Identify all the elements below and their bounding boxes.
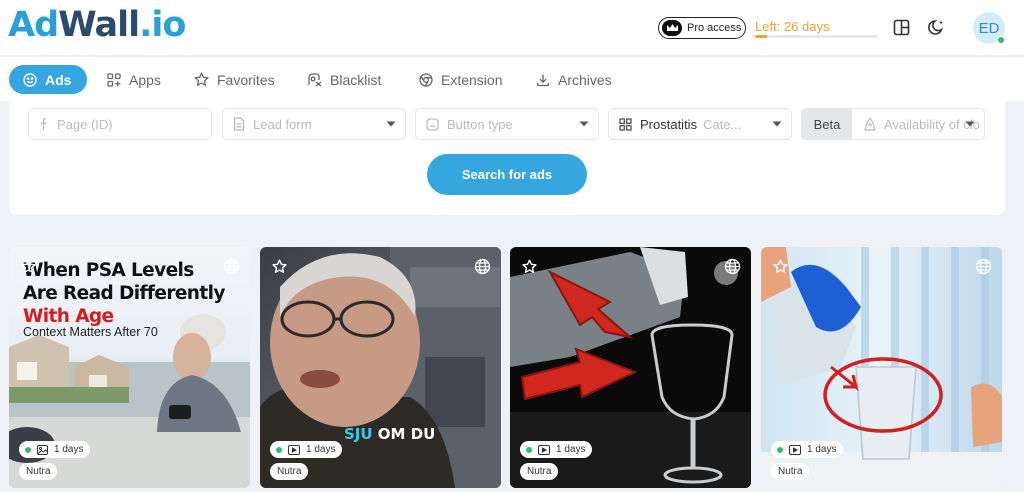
globe-icon[interactable] <box>474 258 491 275</box>
ad-subheadline: Context Matters After 70 <box>23 325 158 339</box>
active-status-dot <box>526 446 532 453</box>
online-status-dot <box>997 36 1005 44</box>
category-select[interactable]: Prostatitis Cate... <box>608 108 792 140</box>
tab-apps[interactable]: Apps <box>107 65 161 94</box>
globe-icon[interactable] <box>223 258 240 275</box>
video-media-icon <box>789 444 801 455</box>
user-avatar[interactable]: ED <box>973 12 1005 44</box>
apps-grid-icon <box>107 72 121 87</box>
top-bar: AdWall.io Pro access Left: 26 days ED <box>0 0 1024 56</box>
ad-age-badge: 1 days <box>19 441 91 458</box>
trial-days-left: Left: 26 days <box>755 19 830 34</box>
chevron-down-icon <box>965 121 975 127</box>
tab-favorites[interactable]: Favorites <box>194 65 275 94</box>
ad-card[interactable]: When PSA Levels Are Read Differently Wit… <box>9 247 250 488</box>
active-status-dot <box>276 446 282 453</box>
smile-icon <box>426 117 439 131</box>
video-caption: SJU OM DU <box>344 425 436 443</box>
category-grid-icon <box>619 117 632 131</box>
ad-age-badge: 1 days <box>520 441 593 458</box>
favorite-star-icon[interactable] <box>522 259 537 274</box>
favorite-star-icon[interactable] <box>21 259 36 274</box>
video-media-icon <box>538 444 550 455</box>
category-tag: Nutra <box>270 463 309 480</box>
favorite-star-icon[interactable] <box>773 259 788 274</box>
availability-select[interactable]: Beta Availability of clo <box>801 108 985 140</box>
favorite-star-icon[interactable] <box>272 259 287 274</box>
tab-extension[interactable]: Extension <box>419 65 502 94</box>
category-tag: Nutra <box>19 463 58 480</box>
chevron-down-icon <box>579 121 589 127</box>
star-icon <box>194 72 209 86</box>
lead-form-select[interactable]: Lead form <box>222 108 406 140</box>
active-status-dot <box>777 446 783 453</box>
crown-icon <box>662 20 682 36</box>
download-icon <box>537 74 549 86</box>
globe-icon[interactable] <box>975 258 992 275</box>
filter-panel: Page (ID) Lead form Button type Prostati… <box>9 101 1005 215</box>
chrome-icon <box>419 72 433 87</box>
beta-badge: Beta <box>802 109 852 139</box>
ad-age-badge: 1 days <box>270 441 343 458</box>
ad-card[interactable]: 1 days Nutra <box>510 247 751 488</box>
active-status-dot <box>25 446 31 453</box>
adwall-logo[interactable]: AdWall.io <box>8 5 186 45</box>
video-media-icon <box>288 444 300 455</box>
pro-access-badge[interactable]: Pro access <box>658 17 746 39</box>
tab-archives[interactable]: Archives <box>536 65 612 94</box>
cloak-icon <box>864 117 876 131</box>
button-type-select[interactable]: Button type <box>415 108 599 140</box>
trial-progress-fill <box>755 35 768 38</box>
smile-icon <box>23 72 37 87</box>
image-media-icon <box>37 444 48 455</box>
main-tabs: Ads Apps Favorites Blacklist Extension A… <box>0 57 1024 101</box>
category-tag: Nutra <box>771 463 810 480</box>
document-icon <box>233 117 245 131</box>
ad-headline: When PSA Levels Are Read Differently Wit… <box>23 260 225 327</box>
tab-blacklist[interactable]: Blacklist <box>307 65 381 94</box>
category-tag: Nutra <box>520 463 559 480</box>
pro-access-label: Pro access <box>687 22 742 34</box>
tab-ads[interactable]: Ads <box>9 65 88 94</box>
dark-mode-moon-icon[interactable] <box>927 17 947 37</box>
layout-icon[interactable] <box>891 17 911 37</box>
trial-progress-bar <box>755 35 877 38</box>
ad-age-badge: 1 days <box>771 441 844 458</box>
globe-icon[interactable] <box>724 258 741 275</box>
blacklist-icon <box>308 73 322 87</box>
category-value: Prostatitis <box>640 116 698 132</box>
chevron-down-icon <box>772 121 782 127</box>
search-for-ads-button[interactable]: Search for ads <box>427 154 587 195</box>
ad-card[interactable]: 1 days Nutra <box>761 247 1002 488</box>
chevron-down-icon <box>386 121 396 127</box>
page-id-input[interactable]: Page (ID) <box>28 108 212 140</box>
facebook-icon <box>41 117 47 130</box>
ad-card[interactable]: SJU OM DU 1 days Nutra <box>260 247 501 488</box>
